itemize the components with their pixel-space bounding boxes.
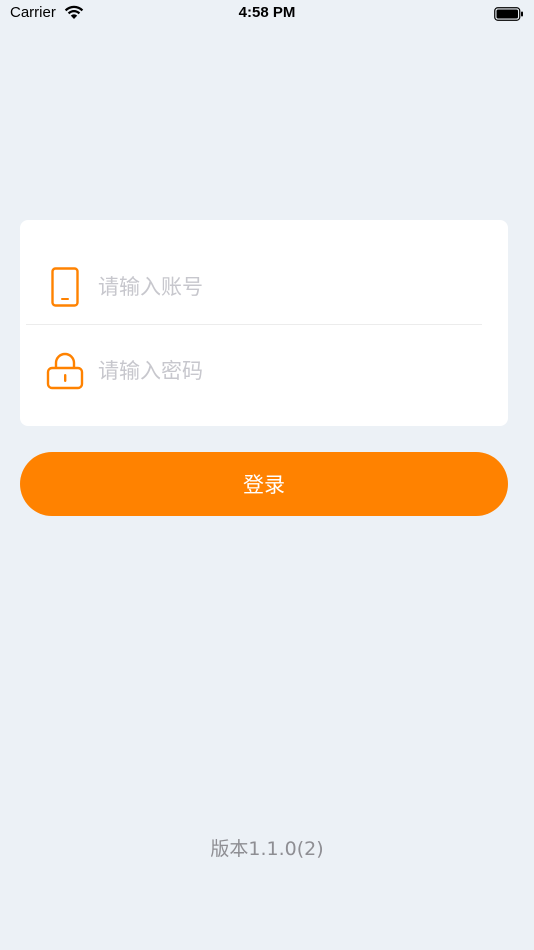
account-input[interactable] <box>98 267 482 307</box>
login-card <box>20 220 508 426</box>
login-button[interactable]: 登录 <box>20 452 508 516</box>
battery-icon <box>494 6 524 21</box>
account-field-row <box>46 252 482 322</box>
lock-icon <box>46 351 84 391</box>
password-field-row <box>46 336 482 406</box>
field-divider <box>26 324 482 325</box>
status-time: 4:58 PM <box>238 4 296 21</box>
password-input[interactable] <box>98 351 482 391</box>
phone-icon <box>46 267 84 307</box>
version-label: 版本1.1.0(2) <box>210 838 324 860</box>
status-bar: Carrier 4:58 PM <box>0 0 534 28</box>
